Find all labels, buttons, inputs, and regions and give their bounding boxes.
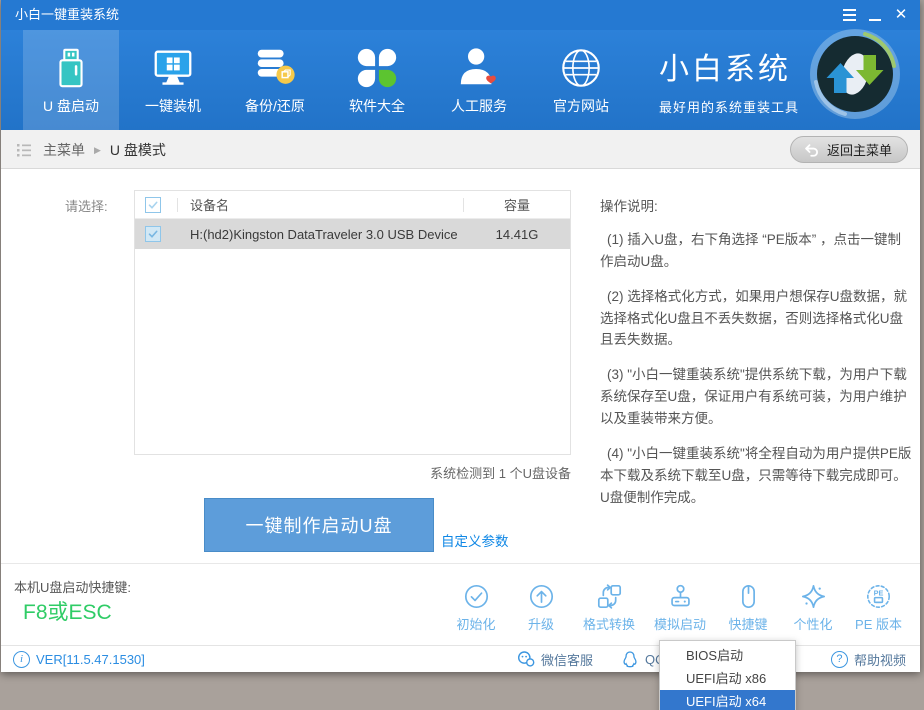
- return-arrow-icon: [802, 141, 820, 159]
- make-boot-usb-button[interactable]: 一键制作启动U盘: [204, 498, 434, 552]
- app-window: 小白一键重装系统 ✕ U 盘启动: [1, 0, 920, 672]
- up-arrow-circle-icon: [528, 583, 555, 610]
- main-nav: U 盘启动 一键装机: [1, 30, 920, 130]
- breadcrumb-root[interactable]: 主菜单: [43, 140, 85, 160]
- tool-label: 个性化: [794, 614, 833, 633]
- nav-item-support[interactable]: 人工服务: [431, 30, 527, 130]
- hotkey-label: 本机U盘启动快捷键:: [14, 577, 131, 596]
- brand-slogan: 最好用的系统重装工具: [659, 97, 799, 116]
- version-text: VER[11.5.47.1530]: [36, 652, 145, 667]
- instruction-step: (4) "小白一键重装系统"将全程自动为用户提供PE版本下载及系统下载至U盘，只…: [600, 443, 912, 509]
- nav-label: 官方网站: [553, 96, 609, 116]
- tool-label: 快捷键: [729, 614, 768, 633]
- backup-restore-icon: [252, 45, 298, 91]
- brand-name: 小白系统: [659, 44, 799, 88]
- select-label: 请选择:: [65, 196, 108, 215]
- detect-status-text: 系统检测到 1 个U盘设备: [134, 463, 571, 482]
- tool-label: PE 版本: [855, 614, 902, 633]
- nav-label: 人工服务: [451, 96, 507, 116]
- breadcrumb: 主菜单 ▶ U 盘模式: [14, 130, 166, 169]
- svg-text:PE: PE: [874, 589, 884, 598]
- title-bar: 小白一键重装系统 ✕: [1, 0, 920, 30]
- mouse-icon: [735, 583, 762, 610]
- check-icon: [147, 199, 159, 211]
- joystick-icon: [667, 583, 694, 610]
- check-circle-icon: [463, 583, 490, 610]
- question-icon: ?: [831, 651, 848, 668]
- select-all-checkbox[interactable]: [145, 197, 161, 213]
- brand-block: 小白系统 最好用的系统重装工具: [659, 44, 799, 116]
- nav-label: 软件大全: [349, 96, 405, 116]
- breadcrumb-current: U 盘模式: [110, 140, 166, 160]
- tool-label: 升级: [528, 614, 554, 633]
- nav-item-one-key-install[interactable]: 一键装机: [125, 30, 221, 130]
- tool-label: 初始化: [456, 614, 495, 633]
- tool-strip: 初始化 升级 格式转换 模拟启动: [453, 583, 902, 633]
- software-clover-icon: [354, 45, 400, 91]
- nav-item-software[interactable]: 软件大全: [329, 30, 425, 130]
- list-icon: [14, 140, 34, 160]
- tool-simulate-boot[interactable]: 模拟启动: [654, 583, 706, 633]
- column-header-capacity: 容量: [464, 195, 570, 214]
- chevron-right-icon: ▶: [94, 144, 101, 156]
- popup-item-uefi-x64[interactable]: UEFI启动 x64: [660, 690, 795, 710]
- support-person-icon: [456, 45, 502, 91]
- pe-version-icon: PE: [865, 583, 892, 610]
- wechat-icon: [517, 650, 535, 668]
- nav-label: 备份/还原: [245, 96, 305, 116]
- instruction-step: (2) 选择格式化方式，如果用户想保存U盘数据，就选择格式化U盘且不丢失数据，否…: [600, 286, 912, 352]
- wechat-support-link[interactable]: 微信客服: [517, 646, 593, 672]
- hotkey-value: F8或ESC: [23, 596, 112, 626]
- brand-logo-icon: [807, 26, 903, 122]
- popup-item-bios-boot[interactable]: BIOS启动: [660, 644, 795, 667]
- back-to-main-menu-button[interactable]: 返回主菜单: [790, 136, 908, 163]
- breadcrumb-bar: 主菜单 ▶ U 盘模式 返回主菜单: [1, 130, 920, 169]
- table-header: 设备名 容量: [135, 191, 570, 219]
- qq-icon: [621, 650, 639, 668]
- tool-hotkey[interactable]: 快捷键: [725, 583, 771, 633]
- nav-item-website[interactable]: 官方网站: [533, 30, 629, 130]
- help-video-link[interactable]: ? 帮助视频: [831, 646, 906, 672]
- device-table: 设备名 容量 H:(hd2)Kingston DataTraveler 3.0 …: [134, 190, 571, 455]
- version-info: i VER[11.5.47.1530]: [13, 646, 145, 672]
- column-divider: [177, 198, 178, 212]
- check-icon: [147, 228, 159, 240]
- tool-format-convert[interactable]: 格式转换: [583, 583, 635, 633]
- instructions-panel: 操作说明: (1) 插入U盘，右下角选择 “PE版本” ，点击一键制作启动U盘。…: [600, 195, 912, 521]
- sparkle-star-icon: [800, 583, 827, 610]
- device-row[interactable]: H:(hd2)Kingston DataTraveler 3.0 USB Dev…: [135, 219, 570, 249]
- wechat-label: 微信客服: [541, 650, 593, 669]
- back-button-label: 返回主菜单: [827, 140, 892, 159]
- monitor-icon: [150, 45, 196, 91]
- nav-label: U 盘启动: [43, 96, 99, 116]
- instruction-step: (1) 插入U盘，右下角选择 “PE版本” ，点击一键制作启动U盘。: [600, 229, 912, 273]
- format-convert-icon: [596, 583, 623, 610]
- device-capacity-cell: 14.41G: [464, 227, 570, 242]
- info-icon: i: [13, 651, 30, 668]
- tool-upgrade[interactable]: 升级: [518, 583, 564, 633]
- custom-params-link[interactable]: 自定义参数: [441, 530, 509, 550]
- column-header-device: 设备名: [190, 195, 447, 214]
- tool-personalize[interactable]: 个性化: [790, 583, 836, 633]
- popup-item-uefi-x86[interactable]: UEFI启动 x86: [660, 667, 795, 690]
- help-label: 帮助视频: [854, 650, 906, 669]
- tool-label: 格式转换: [583, 614, 635, 633]
- instructions-title: 操作说明:: [600, 195, 912, 215]
- tool-pe-version[interactable]: PE PE 版本: [855, 583, 902, 633]
- divider: [1, 563, 920, 564]
- usb-drive-icon: [48, 45, 94, 91]
- device-name-cell: H:(hd2)Kingston DataTraveler 3.0 USB Dev…: [190, 227, 464, 242]
- globe-icon: [558, 45, 604, 91]
- nav-item-backup-restore[interactable]: 备份/还原: [227, 30, 323, 130]
- tool-label: 模拟启动: [654, 614, 706, 633]
- minimize-icon: [869, 19, 881, 22]
- tool-init[interactable]: 初始化: [453, 583, 499, 633]
- hamburger-icon: [843, 9, 856, 22]
- nav-label: 一键装机: [145, 96, 201, 116]
- boot-mode-popup-menu: BIOS启动 UEFI启动 x86 UEFI启动 x64: [659, 640, 796, 710]
- instruction-step: (3) "小白一键重装系统"提供系统下载，为用户下载系统保存至U盘，保证用户有系…: [600, 364, 912, 430]
- window-title: 小白一键重装系统: [15, 0, 119, 30]
- nav-item-usb-boot[interactable]: U 盘启动: [23, 30, 119, 130]
- device-checkbox[interactable]: [145, 226, 161, 242]
